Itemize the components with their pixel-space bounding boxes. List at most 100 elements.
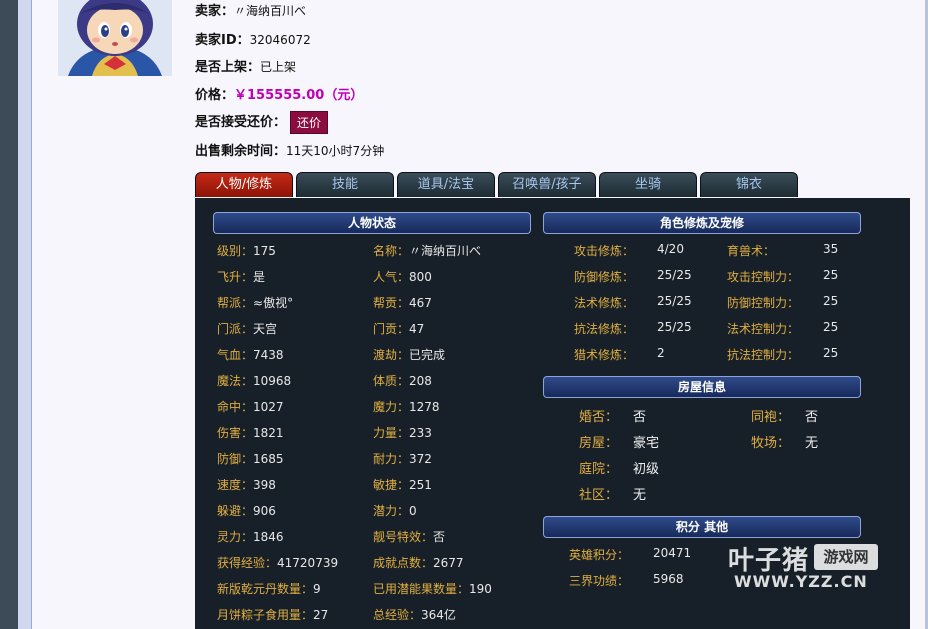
stat-value: 41720739 <box>277 556 339 570</box>
stat-row: 25/25 <box>657 320 692 334</box>
stat-row: 帮贡：467 <box>373 294 432 311</box>
stat-row: 25 <box>823 320 838 334</box>
stat-row: 25 <box>823 346 838 360</box>
stat-label: 伤害： <box>217 426 254 440</box>
ranch-value: 无 <box>805 436 819 451</box>
tab-outfits[interactable]: 锦衣 <box>700 172 798 197</box>
watermark-url: WWW.YZZ.CN <box>734 572 868 591</box>
left-frame-strip <box>18 0 32 629</box>
stat-value: 467 <box>409 296 432 310</box>
tab-mounts[interactable]: 坐骑 <box>599 172 697 197</box>
points-row: 三界功绩： <box>569 572 629 589</box>
stat-value: ≈傲视° <box>253 296 294 310</box>
merit-value: 5968 <box>653 572 684 586</box>
hero-points-label: 英雄积分： <box>569 548 630 562</box>
stat-label: 飞升： <box>217 270 254 284</box>
house-label: 房屋： <box>579 436 619 451</box>
tab-skills[interactable]: 技能 <box>296 172 394 197</box>
stat-value: 已完成 <box>409 348 446 362</box>
stat-label: 成就点数： <box>373 556 434 570</box>
points-row: 20471 <box>653 546 691 560</box>
stat-value: 35 <box>823 242 839 256</box>
stat-label: 气血： <box>217 348 254 362</box>
stat-value: 1278 <box>409 400 440 414</box>
stat-row: 防御：1685 <box>217 450 284 467</box>
stat-row: 法术控制力： <box>727 320 799 337</box>
stat-label: 敏捷： <box>373 478 410 492</box>
seller-id-label: 卖家ID： <box>195 33 250 48</box>
bargain-button[interactable]: 还价 <box>290 111 329 134</box>
stat-row: 25/25 <box>657 294 692 308</box>
tab-items[interactable]: 道具/法宝 <box>397 172 495 197</box>
stat-value: 25/25 <box>657 294 692 308</box>
bargain-label: 是否接受还价： <box>195 115 287 130</box>
stat-label: 猎术修炼： <box>574 348 635 362</box>
stat-value: 0 <box>409 504 417 518</box>
stat-value: 25 <box>823 294 839 308</box>
stat-row: 渡劫：已完成 <box>373 346 445 363</box>
stat-label: 月饼粽子食用量： <box>217 608 314 622</box>
stat-label: 耐力： <box>373 452 410 466</box>
stat-label: 魔法： <box>217 374 254 388</box>
stat-value: 398 <box>253 478 276 492</box>
stat-row: 门派：天宫 <box>217 320 277 337</box>
stat-row: 育兽术： <box>727 242 775 259</box>
stat-label: 命中： <box>217 400 254 414</box>
house-row: 豪宅 <box>633 432 659 451</box>
stat-value: 25/25 <box>657 320 692 334</box>
stat-row: 25/25 <box>657 268 692 282</box>
stat-label: 体质： <box>373 374 410 388</box>
stat-label: 防御控制力： <box>727 296 800 310</box>
stat-value: 800 <box>409 270 432 284</box>
stat-value: 1027 <box>253 400 284 414</box>
stat-row: 魔力：1278 <box>373 398 440 415</box>
stat-row: 攻击修炼： <box>574 242 634 259</box>
stat-value: 1821 <box>253 426 284 440</box>
tab-character[interactable]: 人物/修炼 <box>195 172 293 197</box>
stat-label: 靓号特效： <box>373 530 434 544</box>
stat-row: 靓号特效：否 <box>373 528 445 545</box>
stat-row: 成就点数：2677 <box>373 554 464 571</box>
stat-label: 已用潜能果数量： <box>373 582 470 596</box>
house-row: 无 <box>805 432 818 451</box>
stat-label: 级别： <box>217 244 254 258</box>
stat-value: 251 <box>409 478 432 492</box>
house-row: 初级 <box>633 458 659 477</box>
stat-row: 门贡：47 <box>373 320 424 337</box>
bargain-row: 是否接受还价： 还价 <box>195 111 329 134</box>
stat-value: 是 <box>253 270 266 284</box>
stat-row: 月饼粽子食用量：27 <box>217 606 328 623</box>
stat-value: 25 <box>823 320 839 334</box>
stat-label: 躲避： <box>217 504 254 518</box>
stat-label: 攻击修炼： <box>574 244 635 258</box>
remaining-time-row: 出售剩余时间：11天10小时7分钟 <box>195 140 384 159</box>
stat-label: 帮贡： <box>373 296 410 310</box>
stat-label: 防御： <box>217 452 254 466</box>
stat-label: 法术控制力： <box>727 322 800 336</box>
stat-row: 飞升：是 <box>217 268 265 285</box>
marriage-label: 婚否： <box>579 410 619 425</box>
stat-row: 灵力：1846 <box>217 528 284 545</box>
sworn-label: 同袍： <box>751 410 791 425</box>
house-row: 房屋： <box>579 432 618 451</box>
house-row: 庭院： <box>579 458 618 477</box>
stat-row: 体质：208 <box>373 372 432 389</box>
stat-row: 法术修炼： <box>574 294 634 311</box>
sworn-value: 否 <box>805 410 819 425</box>
stat-row: 命中：1027 <box>217 398 284 415</box>
stat-row: 帮派：≈傲视° <box>217 294 293 311</box>
community-value: 无 <box>633 488 647 503</box>
stat-row: 2 <box>657 346 665 360</box>
points-row: 英雄积分： <box>569 546 629 563</box>
stat-value: 10968 <box>253 374 292 388</box>
stat-value: 7438 <box>253 348 284 362</box>
stat-value: 47 <box>409 322 425 336</box>
tab-summons[interactable]: 召唤兽/孩子 <box>498 172 596 197</box>
stat-row: 潜力：0 <box>373 502 417 519</box>
house-section-header: 房屋信息 <box>543 376 861 398</box>
stat-label: 速度： <box>217 478 254 492</box>
points-section-header: 积分 其他 <box>543 516 861 538</box>
remaining-time-value: 11天10小时7分钟 <box>286 144 385 158</box>
stat-row: 人气：800 <box>373 268 432 285</box>
stat-value: 364亿 <box>421 608 456 622</box>
